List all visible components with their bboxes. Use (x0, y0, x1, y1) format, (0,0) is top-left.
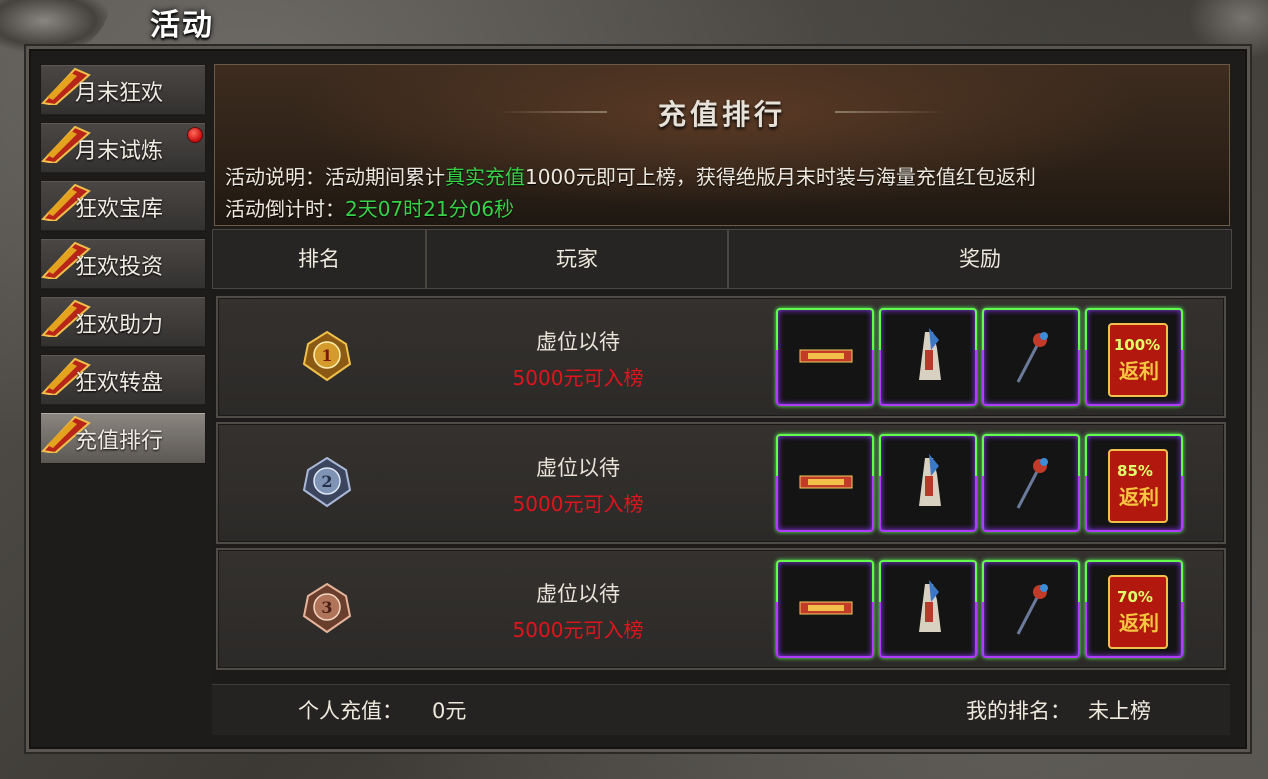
personal-recharge-label: 个人充值： (298, 699, 403, 723)
header-player: 玩家 (427, 230, 729, 288)
reward-slot-banner[interactable] (776, 560, 874, 658)
entry-requirement: 5000元可入榜 (512, 618, 644, 642)
sidebar-item-label: 月末试炼 (75, 139, 164, 164)
activity-description: 活动说明：活动期间累计真实充值1000元即可上榜，获得绝版月末时装与海量充值红包… (225, 161, 1036, 190)
activity-countdown: 活动倒计时：2天07时21分06秒 (225, 193, 514, 222)
my-rank-value: 未上榜 (1088, 699, 1151, 723)
reward-slot-banner[interactable] (776, 308, 874, 406)
weapon-icon (1016, 584, 1048, 635)
player-name: 虚位以待 (536, 330, 620, 354)
reward-slot-banner[interactable] (776, 434, 874, 532)
header-reward: 奖励 (959, 247, 1001, 271)
table-row: 1 虚位以待 5000元可入榜 100% 返利 (216, 296, 1226, 418)
description-highlight: 真实充值 (445, 165, 525, 189)
entry-requirement: 5000元可入榜 (512, 492, 644, 516)
red-envelope-icon: 85% 返利 (1108, 449, 1168, 523)
title-banner-icon (799, 601, 853, 615)
reward-slot-weapon[interactable] (982, 560, 1080, 658)
description-suffix: 1000元即可上榜，获得绝版月末时装与海量充值红包返利 (525, 165, 1036, 189)
rebate-text: 返利 (1119, 359, 1159, 383)
sidebar-item-label: 月末狂欢 (75, 81, 164, 106)
title-banner-icon (799, 475, 853, 489)
ranking-table-header: 排名 玩家 奖励 (212, 229, 1232, 289)
activity-banner: 充值排行 活动说明：活动期间累计真实充值1000元即可上榜，获得绝版月末时装与海… (214, 64, 1230, 226)
reward-slot-rebate[interactable]: 100% 返利 (1085, 308, 1183, 406)
reward-slot-rebate[interactable]: 70% 返利 (1085, 560, 1183, 658)
sidebar-item-carnival-wheel[interactable]: 狂欢转盘 (40, 354, 206, 406)
costume-icon (919, 580, 941, 632)
sidebar-item-label: 狂欢助力 (75, 313, 164, 338)
sidebar: 月末狂欢 月末试炼 狂欢宝库 狂欢投资 狂欢助力 狂欢转盘 充值排行 (40, 64, 206, 470)
weapon-icon (1016, 332, 1048, 383)
my-rank-label: 我的排名： (966, 699, 1071, 723)
sidebar-item-carnival-boost[interactable]: 狂欢助力 (40, 296, 206, 348)
reward-slot-weapon[interactable] (982, 434, 1080, 532)
countdown-label: 活动倒计时： (225, 197, 345, 221)
ranking-list[interactable]: 1 虚位以待 5000元可入榜 100% 返利 2 虚位以待 5000元可入榜 (212, 290, 1230, 682)
reward-slot-rebate[interactable]: 85% 返利 (1085, 434, 1183, 532)
table-row: 2 虚位以待 5000元可入榜 85% 返利 (216, 422, 1226, 544)
player-name: 虚位以待 (536, 582, 620, 606)
sidebar-item-monthend-carnival[interactable]: 月末狂欢 (40, 64, 206, 116)
header-rank: 排名 (213, 230, 427, 288)
notification-dot (187, 127, 203, 143)
red-envelope-icon: 100% 返利 (1108, 323, 1168, 397)
window-title: 活动 (150, 8, 214, 43)
countdown-value: 2天07时21分06秒 (345, 197, 515, 221)
sidebar-item-label: 充值排行 (75, 429, 164, 454)
rebate-text: 返利 (1119, 611, 1159, 635)
personal-recharge-value: 0元 (432, 699, 467, 723)
reward-slot-weapon[interactable] (982, 308, 1080, 406)
weapon-icon (1016, 458, 1048, 509)
red-envelope-icon: 70% 返利 (1108, 575, 1168, 649)
description-prefix: 活动说明：活动期间累计 (225, 165, 445, 189)
table-row: 3 虚位以待 5000元可入榜 70% 返利 (216, 548, 1226, 670)
banner-title: 充值排行 (657, 98, 786, 131)
rank-2-medal-icon: 2 (302, 456, 352, 508)
sidebar-item-recharge-ranking[interactable]: 充值排行 (40, 412, 206, 464)
entry-requirement: 5000元可入榜 (512, 366, 644, 390)
costume-icon (919, 328, 941, 380)
rank-number: 3 (321, 598, 332, 617)
rank-number: 2 (321, 472, 332, 491)
rank-1-medal-icon: 1 (302, 330, 352, 382)
reward-slot-costume[interactable] (879, 560, 977, 658)
player-name: 虚位以待 (536, 456, 620, 480)
costume-icon (919, 454, 941, 506)
sidebar-item-label: 狂欢转盘 (75, 371, 164, 396)
sidebar-item-label: 狂欢投资 (75, 255, 164, 280)
reward-slot-costume[interactable] (879, 308, 977, 406)
rank-number: 1 (321, 346, 332, 365)
sidebar-item-carnival-treasury[interactable]: 狂欢宝库 (40, 180, 206, 232)
status-footer: 个人充值： 0元 我的排名： 未上榜 (212, 684, 1230, 735)
title-banner-icon (799, 349, 853, 363)
rebate-percent: 85% (1117, 462, 1153, 480)
rebate-percent: 100% (1114, 336, 1160, 354)
reward-slot-costume[interactable] (879, 434, 977, 532)
sidebar-item-carnival-invest[interactable]: 狂欢投资 (40, 238, 206, 290)
sidebar-item-monthend-trial[interactable]: 月末试炼 (40, 122, 206, 174)
sidebar-item-label: 狂欢宝库 (75, 197, 164, 222)
title-decoration (835, 111, 945, 113)
rebate-percent: 70% (1117, 588, 1153, 606)
rank-3-medal-icon: 3 (302, 582, 352, 634)
rebate-text: 返利 (1119, 485, 1159, 509)
